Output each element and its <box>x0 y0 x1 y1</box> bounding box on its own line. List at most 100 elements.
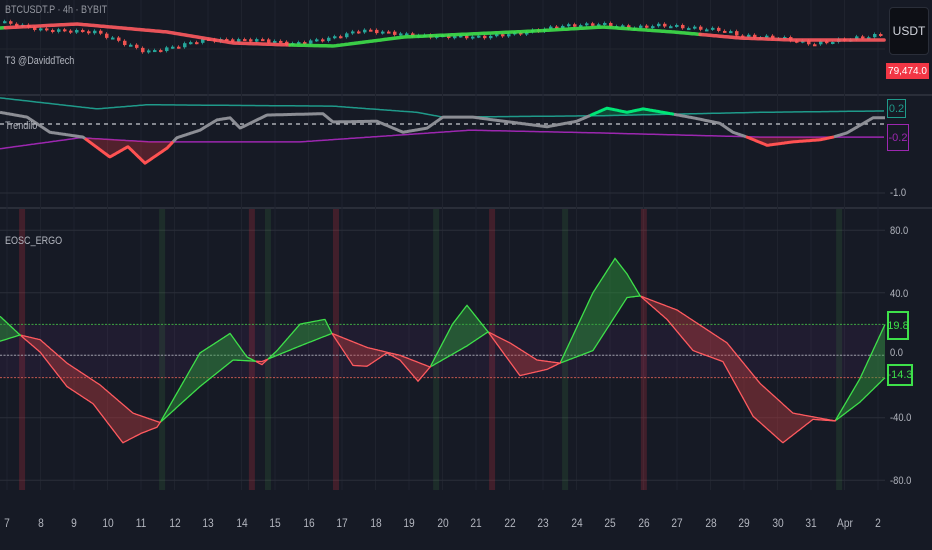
candle-body <box>387 31 391 34</box>
candle-body <box>45 28 49 31</box>
candle-body <box>129 44 133 47</box>
candle-body <box>135 44 139 48</box>
candle-body <box>657 23 661 27</box>
candle-body <box>57 29 61 32</box>
candle-body <box>735 31 739 36</box>
time-axis-label: 30 <box>771 516 784 530</box>
candle-body <box>573 24 577 27</box>
candle-body <box>147 50 151 53</box>
candle-body <box>723 30 727 33</box>
candle-body <box>453 36 457 39</box>
candle-body <box>339 36 343 39</box>
trendilo-lower-badge: -0.2 <box>887 124 909 151</box>
eosc-label[interactable]: EOSC_ERGO <box>5 235 62 247</box>
background <box>0 0 932 550</box>
signal-bar-bull <box>836 209 843 490</box>
eosc-upper-badge: 19.8 <box>887 311 909 340</box>
chart-canvas[interactable] <box>0 0 932 550</box>
candle-body <box>585 23 589 26</box>
candle-body <box>711 27 715 30</box>
signal-bar-bull <box>433 209 440 490</box>
candle-body <box>177 46 181 49</box>
candle-body <box>681 24 685 29</box>
signal-bar-bull <box>264 209 271 490</box>
time-axis-label: Apr <box>836 516 853 530</box>
candle-body <box>381 31 385 34</box>
candle-body <box>327 37 331 41</box>
time-axis-label: 24 <box>570 516 583 530</box>
candle-body <box>267 39 271 43</box>
candle-body <box>315 39 319 42</box>
candle-body <box>717 27 721 31</box>
time-axis-label: 31 <box>805 516 817 530</box>
signal-bar-bear <box>640 209 647 490</box>
candle-body <box>369 29 373 32</box>
candle-body <box>153 50 157 53</box>
candle-body <box>309 40 313 44</box>
time-axis-label: 10 <box>101 516 114 530</box>
candle-body <box>747 34 751 37</box>
candle-body <box>483 35 487 39</box>
time-axis-label: 25 <box>604 516 616 530</box>
currency-button[interactable]: USDT <box>889 7 929 55</box>
candle-body <box>567 24 571 27</box>
candle-body <box>651 26 655 29</box>
price-axis-area <box>885 0 932 550</box>
signal-bar-bear <box>332 209 339 490</box>
time-axis-label: 26 <box>637 516 650 530</box>
eosc-axis-label: 40.0 <box>890 288 909 300</box>
candle-body <box>873 33 877 38</box>
time-axis-label: 16 <box>302 516 315 530</box>
time-axis-label: 28 <box>704 516 717 530</box>
time-axis-label: 27 <box>671 516 683 530</box>
candle-body <box>141 47 145 53</box>
time-axis-label: 19 <box>403 516 415 530</box>
time-axis-label: 23 <box>537 516 549 530</box>
candle-body <box>189 42 193 45</box>
candle-body <box>69 30 73 33</box>
candle-body <box>171 46 175 49</box>
candle-body <box>117 37 121 41</box>
candle-body <box>663 23 667 27</box>
candle-body <box>489 35 493 39</box>
candle-body <box>255 39 259 42</box>
time-axis-label: 2 <box>875 516 881 530</box>
candle-body <box>729 31 733 34</box>
signal-bar-bear <box>489 209 496 490</box>
signal-bar-bear <box>248 209 255 490</box>
candle-body <box>249 39 253 42</box>
eosc-axis-label: -40.0 <box>890 412 912 424</box>
candle-body <box>51 30 55 33</box>
candle-body <box>693 26 697 29</box>
candle-body <box>321 39 325 42</box>
candle-body <box>501 34 505 37</box>
candle-body <box>861 36 865 39</box>
last-price-badge: 79,474.0 <box>886 63 929 79</box>
candle-body <box>399 33 403 36</box>
time-axis-label: 8 <box>37 516 44 530</box>
candle-body <box>165 47 169 52</box>
candle-body <box>183 43 187 48</box>
candle-body <box>3 21 7 24</box>
candle-body <box>879 33 883 36</box>
candle-body <box>687 28 691 31</box>
candle-body <box>645 25 649 28</box>
candle-body <box>669 26 673 29</box>
candle-body <box>237 39 241 42</box>
trendilo-upper-badge: 0.2 <box>887 99 906 118</box>
time-axis-label: 21 <box>470 516 482 530</box>
t3-indicator-label[interactable]: T3 @DaviddTech <box>5 55 74 67</box>
candle-body <box>393 31 397 35</box>
time-axis-label: 7 <box>4 516 10 530</box>
time-axis-label: 9 <box>71 516 77 530</box>
signal-bar-bear <box>19 209 26 490</box>
time-axis-label: 18 <box>369 516 382 530</box>
candle-body <box>261 39 265 42</box>
candle-body <box>351 31 355 34</box>
trendilo-label[interactable]: Trendilo <box>5 120 37 132</box>
symbol-label[interactable]: BTCUSDT.P · 4h · BYBIT <box>5 4 107 16</box>
candle-body <box>123 40 127 46</box>
candle-body <box>105 33 109 38</box>
time-axis-label: 17 <box>336 516 348 530</box>
eosc-axis-label: 80.0 <box>890 225 909 237</box>
